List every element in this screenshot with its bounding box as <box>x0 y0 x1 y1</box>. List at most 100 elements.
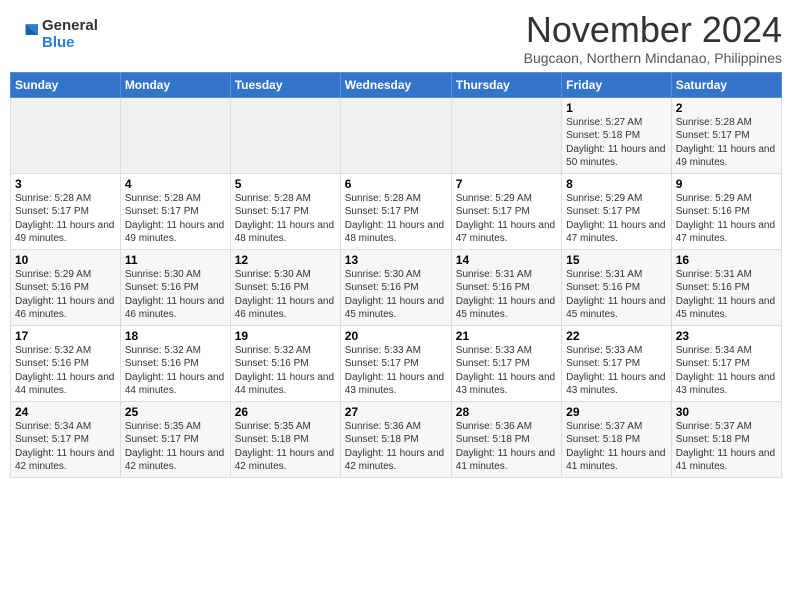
day-info: Sunrise: 5:28 AM Sunset: 5:17 PM Dayligh… <box>15 192 116 246</box>
calendar-header: SundayMondayTuesdayWednesdayThursdayFrid… <box>11 72 782 97</box>
day-info: Sunrise: 5:31 AM Sunset: 5:16 PM Dayligh… <box>566 268 667 322</box>
day-number: 28 <box>456 405 557 419</box>
calendar-cell: 21Sunrise: 5:33 AM Sunset: 5:17 PM Dayli… <box>451 325 561 401</box>
day-info: Sunrise: 5:34 AM Sunset: 5:17 PM Dayligh… <box>676 344 777 398</box>
day-number: 29 <box>566 405 667 419</box>
day-info: Sunrise: 5:31 AM Sunset: 5:16 PM Dayligh… <box>676 268 777 322</box>
calendar-cell: 17Sunrise: 5:32 AM Sunset: 5:16 PM Dayli… <box>11 325 121 401</box>
calendar-cell: 14Sunrise: 5:31 AM Sunset: 5:16 PM Dayli… <box>451 249 561 325</box>
calendar-cell: 10Sunrise: 5:29 AM Sunset: 5:16 PM Dayli… <box>11 249 121 325</box>
day-number: 24 <box>15 405 116 419</box>
day-info: Sunrise: 5:36 AM Sunset: 5:18 PM Dayligh… <box>345 420 447 474</box>
calendar-cell: 24Sunrise: 5:34 AM Sunset: 5:17 PM Dayli… <box>11 401 121 477</box>
day-number: 20 <box>345 329 447 343</box>
calendar-cell: 3Sunrise: 5:28 AM Sunset: 5:17 PM Daylig… <box>11 173 121 249</box>
day-info: Sunrise: 5:30 AM Sunset: 5:16 PM Dayligh… <box>345 268 447 322</box>
calendar-cell: 20Sunrise: 5:33 AM Sunset: 5:17 PM Dayli… <box>340 325 451 401</box>
day-number: 17 <box>15 329 116 343</box>
day-number: 18 <box>125 329 226 343</box>
calendar-cell <box>120 97 230 173</box>
day-info: Sunrise: 5:27 AM Sunset: 5:18 PM Dayligh… <box>566 116 667 170</box>
calendar-week-1: 1Sunrise: 5:27 AM Sunset: 5:18 PM Daylig… <box>11 97 782 173</box>
day-number: 4 <box>125 177 226 191</box>
day-number: 30 <box>676 405 777 419</box>
day-info: Sunrise: 5:33 AM Sunset: 5:17 PM Dayligh… <box>566 344 667 398</box>
day-number: 23 <box>676 329 777 343</box>
day-number: 1 <box>566 101 667 115</box>
calendar-table: SundayMondayTuesdayWednesdayThursdayFrid… <box>10 72 782 478</box>
day-info: Sunrise: 5:31 AM Sunset: 5:16 PM Dayligh… <box>456 268 557 322</box>
page-header: General Blue November 2024 Bugcaon, Nort… <box>10 10 782 66</box>
day-number: 12 <box>235 253 336 267</box>
calendar-cell: 15Sunrise: 5:31 AM Sunset: 5:16 PM Dayli… <box>562 249 672 325</box>
calendar-cell <box>230 97 340 173</box>
day-info: Sunrise: 5:35 AM Sunset: 5:17 PM Dayligh… <box>125 420 226 474</box>
day-info: Sunrise: 5:30 AM Sunset: 5:16 PM Dayligh… <box>235 268 336 322</box>
logo-icon <box>10 21 38 49</box>
day-info: Sunrise: 5:29 AM Sunset: 5:17 PM Dayligh… <box>456 192 557 246</box>
calendar-cell: 2Sunrise: 5:28 AM Sunset: 5:17 PM Daylig… <box>671 97 781 173</box>
calendar-cell: 16Sunrise: 5:31 AM Sunset: 5:16 PM Dayli… <box>671 249 781 325</box>
calendar-week-3: 10Sunrise: 5:29 AM Sunset: 5:16 PM Dayli… <box>11 249 782 325</box>
day-info: Sunrise: 5:35 AM Sunset: 5:18 PM Dayligh… <box>235 420 336 474</box>
calendar-cell: 4Sunrise: 5:28 AM Sunset: 5:17 PM Daylig… <box>120 173 230 249</box>
day-info: Sunrise: 5:29 AM Sunset: 5:17 PM Dayligh… <box>566 192 667 246</box>
calendar-cell: 18Sunrise: 5:32 AM Sunset: 5:16 PM Dayli… <box>120 325 230 401</box>
day-number: 9 <box>676 177 777 191</box>
day-number: 22 <box>566 329 667 343</box>
day-number: 16 <box>676 253 777 267</box>
day-number: 26 <box>235 405 336 419</box>
day-number: 19 <box>235 329 336 343</box>
day-info: Sunrise: 5:28 AM Sunset: 5:17 PM Dayligh… <box>235 192 336 246</box>
calendar-cell: 9Sunrise: 5:29 AM Sunset: 5:16 PM Daylig… <box>671 173 781 249</box>
day-info: Sunrise: 5:32 AM Sunset: 5:16 PM Dayligh… <box>125 344 226 398</box>
calendar-cell <box>451 97 561 173</box>
day-number: 25 <box>125 405 226 419</box>
day-info: Sunrise: 5:30 AM Sunset: 5:16 PM Dayligh… <box>125 268 226 322</box>
logo-blue-text: Blue <box>42 35 98 52</box>
month-title: November 2024 <box>524 10 782 50</box>
calendar-cell: 30Sunrise: 5:37 AM Sunset: 5:18 PM Dayli… <box>671 401 781 477</box>
day-number: 8 <box>566 177 667 191</box>
calendar-cell: 13Sunrise: 5:30 AM Sunset: 5:16 PM Dayli… <box>340 249 451 325</box>
calendar-cell: 6Sunrise: 5:28 AM Sunset: 5:17 PM Daylig… <box>340 173 451 249</box>
calendar-cell: 12Sunrise: 5:30 AM Sunset: 5:16 PM Dayli… <box>230 249 340 325</box>
day-number: 7 <box>456 177 557 191</box>
day-info: Sunrise: 5:33 AM Sunset: 5:17 PM Dayligh… <box>345 344 447 398</box>
day-number: 10 <box>15 253 116 267</box>
day-number: 21 <box>456 329 557 343</box>
calendar-cell: 23Sunrise: 5:34 AM Sunset: 5:17 PM Dayli… <box>671 325 781 401</box>
calendar-cell: 5Sunrise: 5:28 AM Sunset: 5:17 PM Daylig… <box>230 173 340 249</box>
calendar-week-2: 3Sunrise: 5:28 AM Sunset: 5:17 PM Daylig… <box>11 173 782 249</box>
day-info: Sunrise: 5:28 AM Sunset: 5:17 PM Dayligh… <box>125 192 226 246</box>
day-info: Sunrise: 5:29 AM Sunset: 5:16 PM Dayligh… <box>676 192 777 246</box>
day-info: Sunrise: 5:32 AM Sunset: 5:16 PM Dayligh… <box>15 344 116 398</box>
logo: General Blue <box>10 18 98 51</box>
calendar-cell: 11Sunrise: 5:30 AM Sunset: 5:16 PM Dayli… <box>120 249 230 325</box>
header-cell-tuesday: Tuesday <box>230 72 340 97</box>
calendar-week-4: 17Sunrise: 5:32 AM Sunset: 5:16 PM Dayli… <box>11 325 782 401</box>
day-info: Sunrise: 5:28 AM Sunset: 5:17 PM Dayligh… <box>676 116 777 170</box>
day-number: 27 <box>345 405 447 419</box>
day-info: Sunrise: 5:28 AM Sunset: 5:17 PM Dayligh… <box>345 192 447 246</box>
day-number: 3 <box>15 177 116 191</box>
header-cell-saturday: Saturday <box>671 72 781 97</box>
day-info: Sunrise: 5:34 AM Sunset: 5:17 PM Dayligh… <box>15 420 116 474</box>
calendar-cell: 7Sunrise: 5:29 AM Sunset: 5:17 PM Daylig… <box>451 173 561 249</box>
day-number: 15 <box>566 253 667 267</box>
header-cell-monday: Monday <box>120 72 230 97</box>
calendar-cell: 27Sunrise: 5:36 AM Sunset: 5:18 PM Dayli… <box>340 401 451 477</box>
header-cell-friday: Friday <box>562 72 672 97</box>
day-number: 11 <box>125 253 226 267</box>
day-number: 5 <box>235 177 336 191</box>
calendar-cell <box>11 97 121 173</box>
calendar-cell: 8Sunrise: 5:29 AM Sunset: 5:17 PM Daylig… <box>562 173 672 249</box>
day-number: 2 <box>676 101 777 115</box>
calendar-cell <box>340 97 451 173</box>
subtitle: Bugcaon, Northern Mindanao, Philippines <box>524 50 782 66</box>
header-row: SundayMondayTuesdayWednesdayThursdayFrid… <box>11 72 782 97</box>
calendar-cell: 26Sunrise: 5:35 AM Sunset: 5:18 PM Dayli… <box>230 401 340 477</box>
calendar-cell: 25Sunrise: 5:35 AM Sunset: 5:17 PM Dayli… <box>120 401 230 477</box>
calendar-cell: 1Sunrise: 5:27 AM Sunset: 5:18 PM Daylig… <box>562 97 672 173</box>
calendar-cell: 28Sunrise: 5:36 AM Sunset: 5:18 PM Dayli… <box>451 401 561 477</box>
